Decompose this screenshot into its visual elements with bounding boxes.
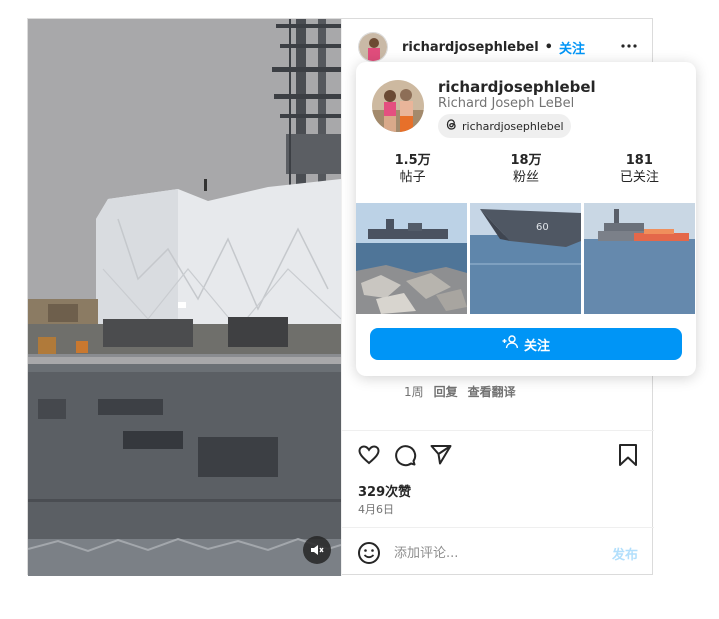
- post-thumbnail[interactable]: [584, 203, 695, 314]
- recent-posts: 60: [356, 203, 696, 314]
- heart-icon[interactable]: [357, 443, 381, 471]
- stat-posts[interactable]: 1.5万 帖子: [356, 152, 469, 186]
- card-follow-label: 关注: [523, 338, 550, 354]
- separator-dot: •: [544, 39, 553, 55]
- reply-button[interactable]: 回复: [434, 383, 458, 400]
- stat-following[interactable]: 181 已关注: [583, 152, 696, 186]
- svg-text:60: 60: [536, 222, 549, 233]
- stat-following-label: 已关注: [619, 170, 659, 185]
- stat-following-value: 181: [625, 153, 653, 168]
- action-bar: [342, 430, 654, 478]
- header-follow-button[interactable]: 关注: [559, 38, 585, 57]
- ship-image: [28, 19, 341, 576]
- post-comment-button[interactable]: 发布: [612, 544, 638, 563]
- header-username[interactable]: richardjosephlebel: [402, 40, 539, 55]
- stat-followers-label: 粉丝: [512, 170, 539, 185]
- mute-icon: [310, 543, 324, 557]
- post-thumbnail[interactable]: 60: [470, 203, 581, 314]
- avatar[interactable]: [358, 32, 388, 62]
- threads-icon: [445, 118, 458, 134]
- card-username[interactable]: richardjosephlebel: [438, 78, 596, 96]
- bookmark-icon[interactable]: [617, 443, 639, 471]
- comment-input[interactable]: [394, 542, 594, 564]
- threads-link[interactable]: richardjosephlebel: [438, 114, 571, 138]
- comment-meta: 1周 回复 查看翻译: [404, 383, 516, 400]
- profile-stats: 1.5万 帖子 18万 粉丝 181 已关注: [356, 152, 696, 186]
- more-icon[interactable]: [620, 37, 638, 59]
- comment-time: 1周: [404, 385, 424, 399]
- add-person-icon: [502, 335, 519, 353]
- card-avatar[interactable]: [372, 80, 424, 132]
- profile-hover-card: richardjosephlebel Richard Joseph LeBel …: [356, 62, 696, 376]
- like-count[interactable]: 329次赞: [358, 481, 411, 500]
- see-translation-button[interactable]: 查看翻译: [468, 383, 516, 400]
- share-icon[interactable]: [429, 443, 453, 471]
- stat-followers[interactable]: 18万 粉丝: [469, 152, 582, 186]
- threads-handle: richardjosephlebel: [462, 119, 564, 133]
- comment-bar: 发布: [342, 527, 654, 576]
- mute-button[interactable]: [303, 536, 331, 564]
- post-video[interactable]: [28, 19, 341, 576]
- stat-followers-value: 18万: [510, 153, 542, 168]
- emoji-icon[interactable]: [357, 541, 381, 569]
- post-thumbnail[interactable]: [356, 203, 467, 314]
- post-date: 4月6日: [358, 503, 394, 516]
- comment-icon[interactable]: [393, 443, 417, 471]
- card-full-name: Richard Joseph LeBel: [438, 96, 575, 111]
- stat-posts-label: 帖子: [399, 170, 426, 185]
- card-follow-button[interactable]: 关注: [370, 328, 682, 360]
- stat-posts-value: 1.5万: [394, 153, 431, 168]
